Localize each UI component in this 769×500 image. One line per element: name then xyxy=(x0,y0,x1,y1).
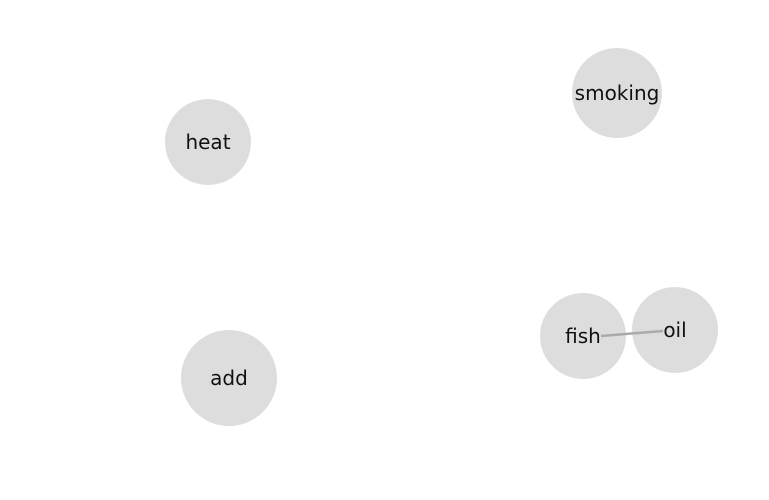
network-graph: heat smoking add fish oil xyxy=(165,48,718,426)
node-heat[interactable]: heat xyxy=(165,99,251,185)
node-label-fish: fish xyxy=(565,324,601,348)
node-oil[interactable]: oil xyxy=(632,287,718,373)
node-label-smoking: smoking xyxy=(575,81,660,105)
node-label-heat: heat xyxy=(185,130,230,154)
node-label-add: add xyxy=(210,366,248,390)
nodes-layer: heat smoking add fish oil xyxy=(165,48,718,426)
node-smoking[interactable]: smoking xyxy=(572,48,662,138)
node-label-oil: oil xyxy=(663,318,686,342)
node-add[interactable]: add xyxy=(181,330,277,426)
